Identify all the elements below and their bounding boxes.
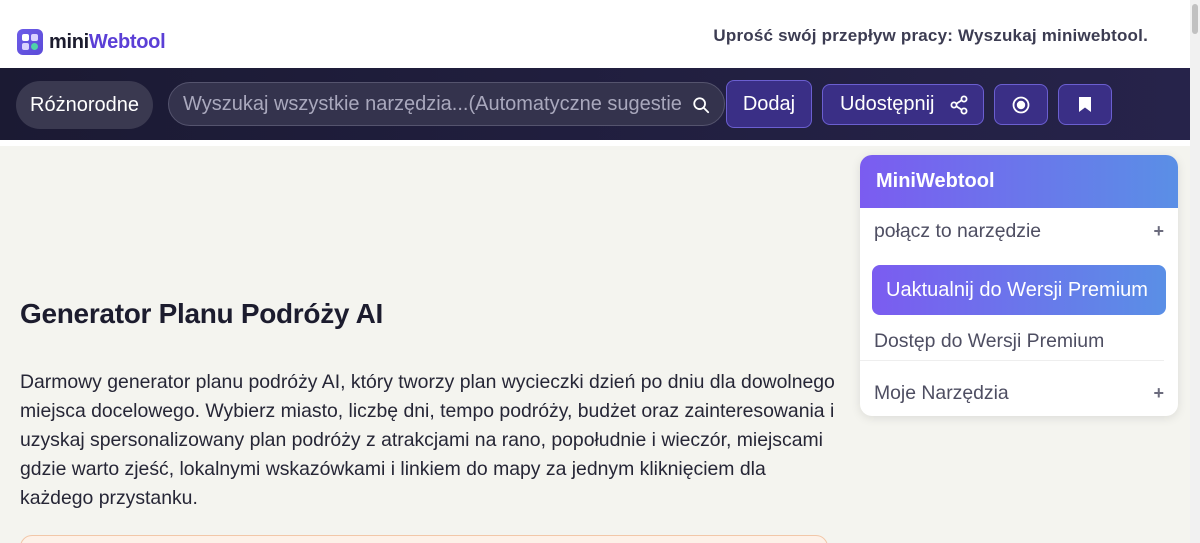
- logo-text-webtool: Webtool: [88, 30, 166, 53]
- record-icon: [1012, 96, 1030, 113]
- upgrade-premium-button[interactable]: Uaktualnij do Wersji Premium: [872, 265, 1166, 315]
- site-logo[interactable]: miniWebtool: [17, 29, 166, 55]
- tool-form-container: [20, 535, 828, 543]
- premium-access-link[interactable]: Dostęp do Wersji Premium: [860, 323, 1164, 361]
- header-tagline: Uprość swój przepływ pracy: Wyszukaj min…: [713, 26, 1148, 45]
- my-tools-label: Moje Narzędzia: [874, 381, 1009, 404]
- record-button[interactable]: [994, 84, 1048, 125]
- page-description: Darmowy generator planu podróży AI, któr…: [20, 371, 835, 509]
- nav-bar: Różnorodne Dodaj Udostępnij: [0, 68, 1190, 140]
- bookmark-button[interactable]: [1058, 84, 1112, 125]
- connect-tool-label: połącz to narzędzie: [874, 219, 1042, 242]
- connect-tool-item[interactable]: połącz to narzędzie +: [860, 213, 1178, 249]
- share-button[interactable]: Udostępnij: [822, 84, 984, 125]
- search-icon[interactable]: [692, 96, 710, 114]
- plus-icon: +: [1153, 382, 1164, 403]
- page-title: Generator Planu Podróży AI: [20, 298, 384, 329]
- page-scrollbar[interactable]: [1190, 0, 1200, 543]
- logo-text-mini: mini: [49, 30, 89, 53]
- nav-divider: [0, 140, 1190, 146]
- share-icon: [950, 95, 968, 115]
- logo-icon: [17, 29, 43, 55]
- panel-title: MiniWebtool: [860, 155, 1178, 208]
- logo-text: miniWebtool: [49, 30, 166, 54]
- share-button-label: Udostępnij: [840, 93, 935, 115]
- scrollbar-thumb[interactable]: [1192, 4, 1198, 34]
- my-tools-item[interactable]: Moje Narzędzia +: [860, 373, 1178, 413]
- search-box[interactable]: [168, 82, 725, 126]
- add-button[interactable]: Dodaj: [726, 80, 812, 128]
- category-button[interactable]: Różnorodne: [16, 81, 153, 129]
- plus-icon: +: [1153, 220, 1164, 241]
- miniwebtool-panel: MiniWebtool połącz to narzędzie + Uaktua…: [860, 155, 1178, 416]
- search-input[interactable]: [183, 92, 688, 116]
- top-header: miniWebtool Uprość swój przepływ pracy: …: [0, 0, 1190, 68]
- bookmark-icon: [1079, 97, 1091, 112]
